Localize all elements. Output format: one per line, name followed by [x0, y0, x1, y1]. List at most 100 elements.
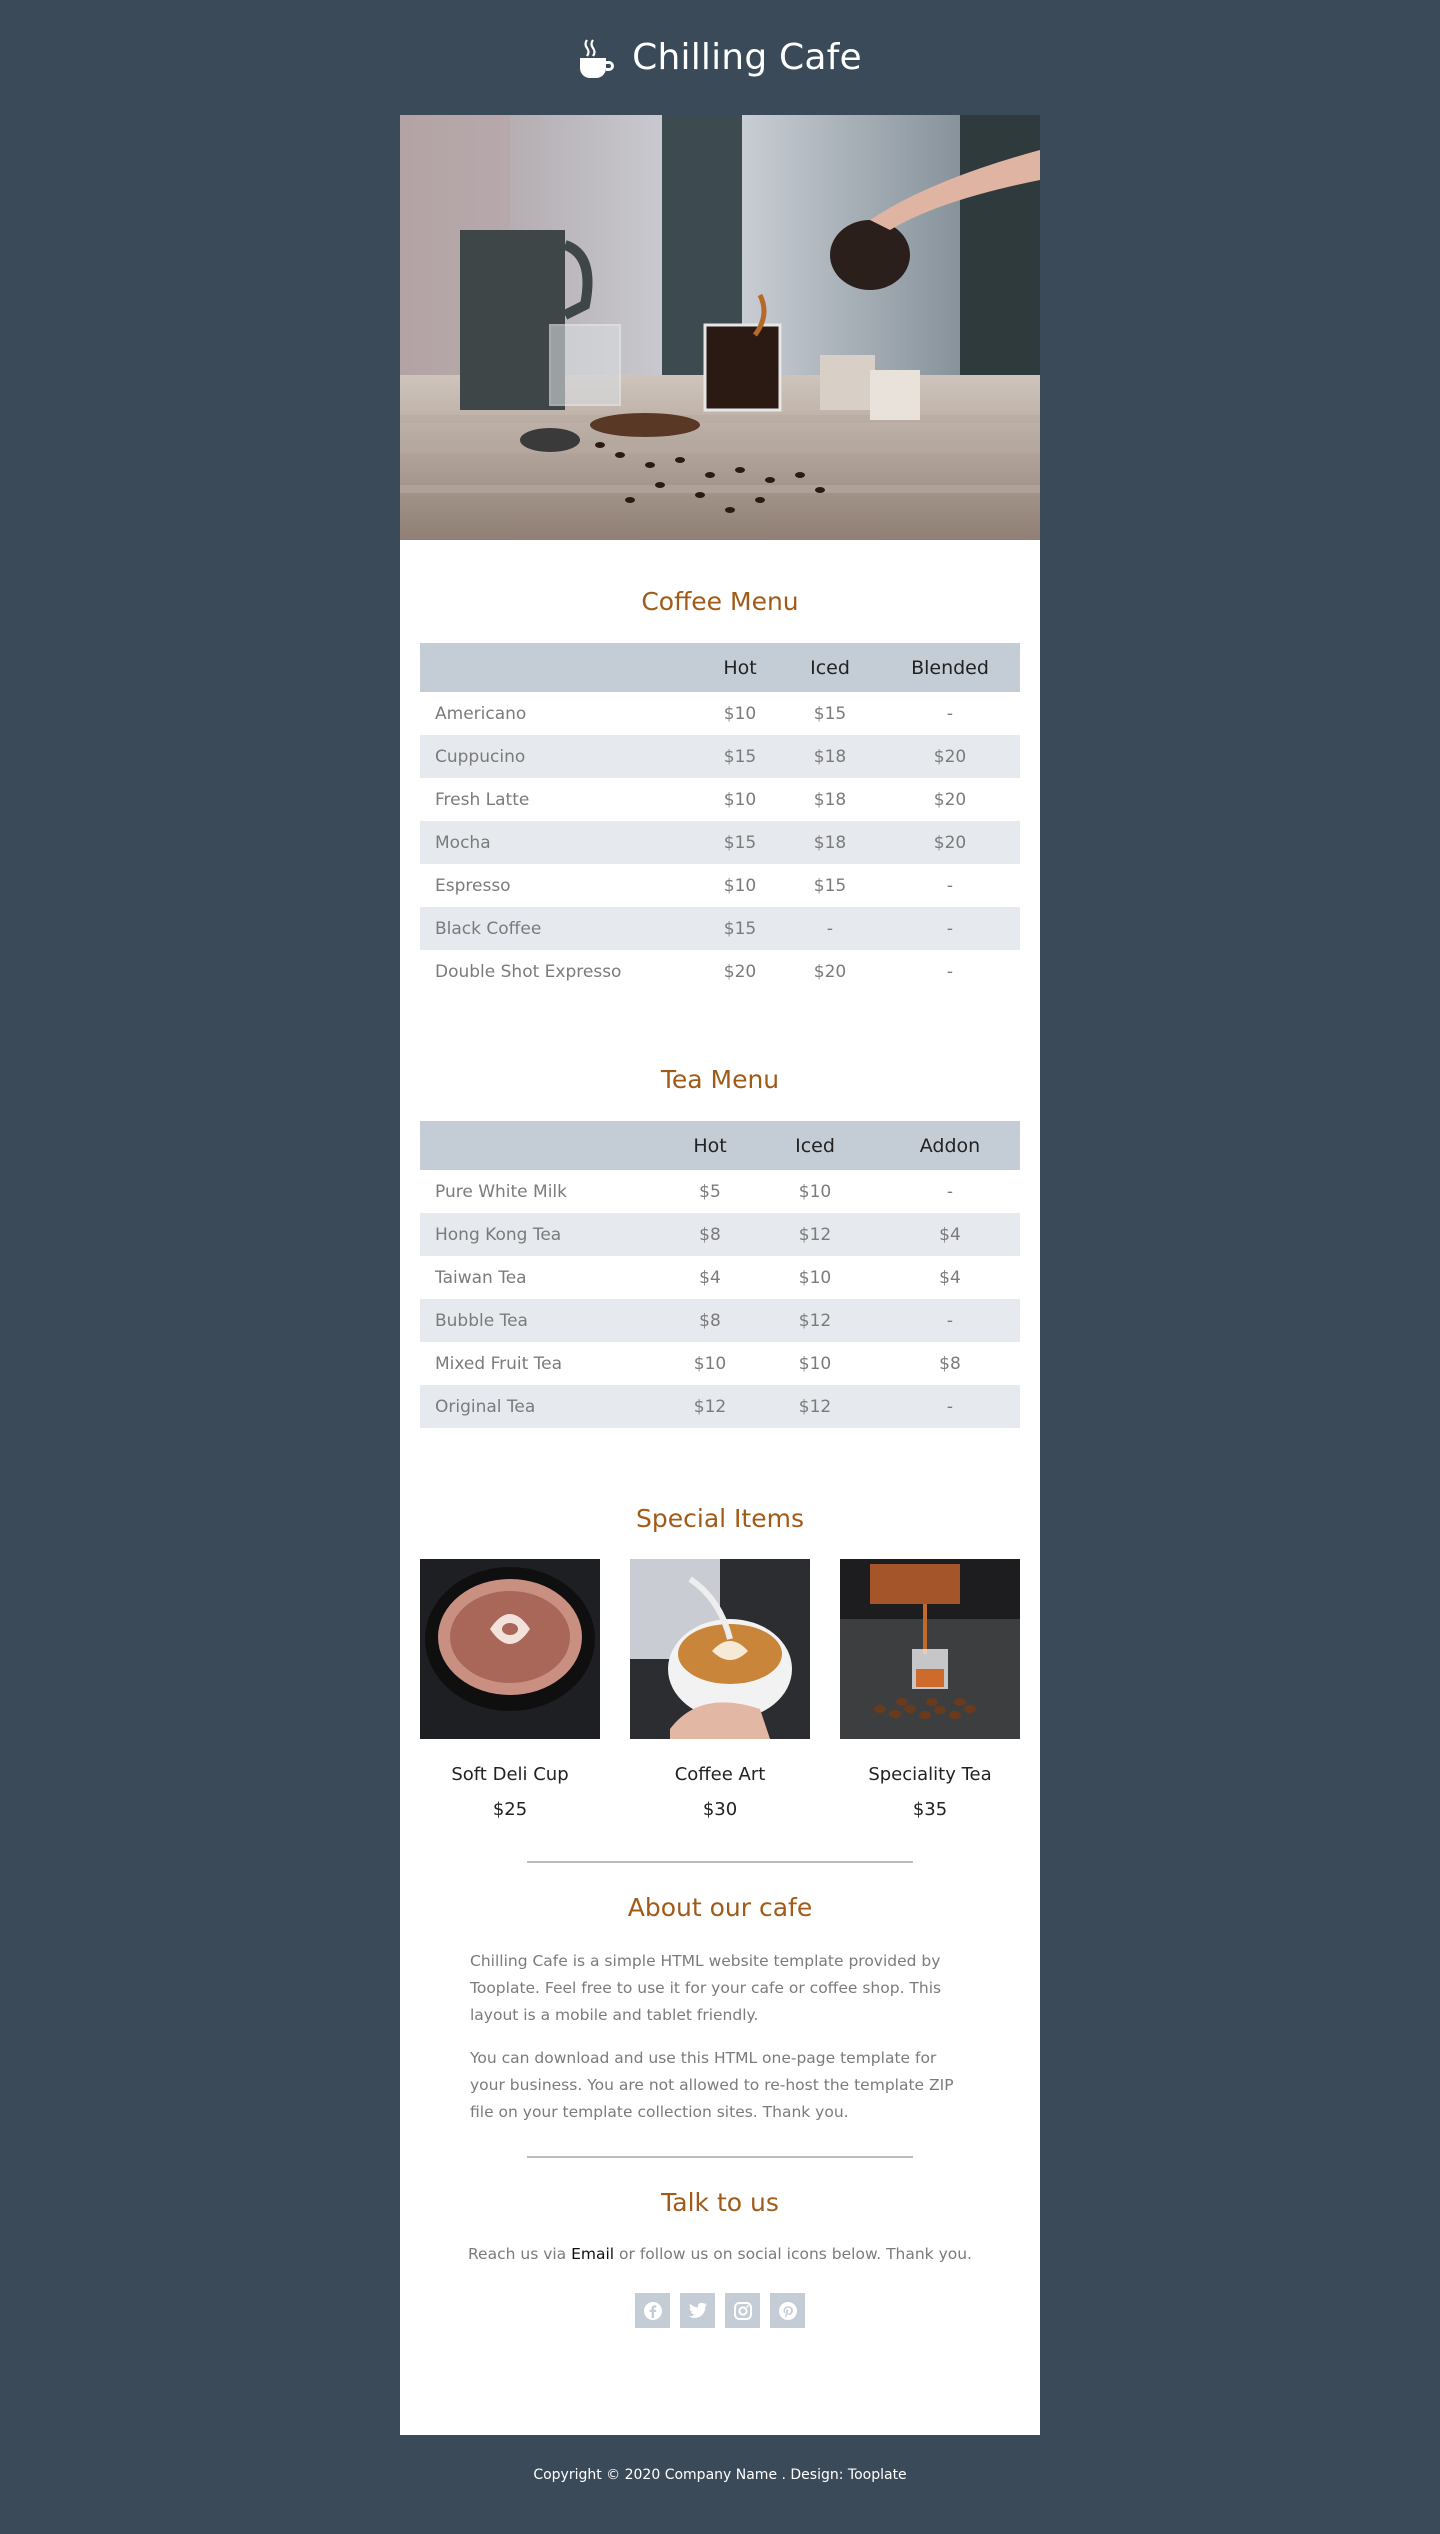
contact-text-suffix: or follow us on social icons below. Than… — [614, 2245, 972, 2263]
price-cell: $18 — [813, 789, 847, 810]
table-header-cell: Addon — [880, 1121, 1020, 1170]
copyright-text: Copyright © 2020 Company Name . Design: … — [533, 2467, 907, 2483]
price-cell: $10 — [723, 875, 757, 896]
special-item-card: Coffee Art $30 — [630, 1559, 810, 1820]
price-cell: $18 — [780, 821, 880, 864]
price-cell: $4 — [939, 1267, 961, 1288]
price-cell: - — [880, 1299, 1020, 1342]
table-row: Mocha $15 $18 $20 — [420, 821, 1020, 864]
site-title: Chilling Cafe — [632, 37, 862, 78]
twitter-icon[interactable] — [680, 2293, 715, 2328]
price-cell: - — [880, 1385, 1020, 1428]
price-cell: $8 — [670, 1213, 750, 1256]
tea-menu-section: Tea Menu Hot Iced Addon Pure White Milk … — [400, 993, 1040, 1428]
table-row: Black Coffee $15 - - — [420, 907, 1020, 950]
item-name: Pure White Milk — [435, 1181, 567, 1202]
about-paragraph: Chilling Cafe is a simple HTML website t… — [470, 1952, 942, 2024]
price-cell: $8 — [939, 1353, 961, 1374]
table-header-cell: Iced — [780, 643, 880, 692]
email-link[interactable]: Email — [571, 2245, 614, 2263]
site-footer: Copyright © 2020 Company Name . Design: … — [0, 2435, 1440, 2483]
price-cell: $15 — [700, 907, 780, 950]
table-header-cell: Blended — [880, 643, 1020, 692]
price-cell: $10 — [723, 789, 757, 810]
price-cell: $18 — [780, 735, 880, 778]
pinterest-icon[interactable] — [770, 2293, 805, 2328]
item-name: Americano — [435, 703, 527, 724]
price-cell: $5 — [699, 1181, 721, 1202]
table-row: Americano $10 $15 - — [420, 692, 1020, 735]
table-row: Bubble Tea $8 $12 - — [420, 1299, 1020, 1342]
coffee-menu-title: Coffee Menu — [641, 587, 799, 616]
contact-section: Talk to us Reach us via Email or follow … — [400, 2158, 1040, 2328]
price-cell: $12 — [670, 1385, 750, 1428]
price-cell: $15 — [700, 821, 780, 864]
table-header-cell — [420, 643, 700, 692]
item-name: Black Coffee — [420, 907, 700, 950]
special-item-card: Soft Deli Cup $25 — [420, 1559, 600, 1820]
item-name: Hong Kong Tea — [420, 1213, 670, 1256]
item-name: Taiwan Tea — [435, 1267, 527, 1288]
price-cell: $12 — [750, 1299, 880, 1342]
about-section: About our cafe Chilling Cafe is a simple… — [400, 1863, 1040, 2126]
special-item-image — [840, 1559, 1020, 1739]
price-cell: $15 — [813, 875, 847, 896]
item-name: Mixed Fruit Tea — [435, 1353, 563, 1374]
price-cell: $8 — [670, 1299, 750, 1342]
contact-text: Reach us via Email or follow us on socia… — [400, 2245, 1040, 2263]
special-item-price: $35 — [912, 1799, 948, 1820]
price-cell: - — [946, 703, 954, 724]
special-item-name: Coffee Art — [674, 1764, 766, 1785]
special-item-price: $30 — [702, 1799, 738, 1820]
facebook-icon[interactable] — [635, 2293, 670, 2328]
price-cell: $12 — [750, 1385, 880, 1428]
item-name: Espresso — [435, 875, 511, 896]
table-header-cell: Hot — [700, 643, 780, 692]
price-cell: - — [880, 907, 1020, 950]
about-paragraph: You can download and use this HTML one-p… — [470, 2049, 954, 2121]
table-header-cell — [420, 1121, 670, 1170]
price-cell: $20 — [880, 821, 1020, 864]
table-row: Original Tea $12 $12 - — [420, 1385, 1020, 1428]
price-cell: $12 — [750, 1213, 880, 1256]
table-header-row: Hot Iced Addon — [420, 1121, 1020, 1170]
price-cell: $10 — [723, 703, 757, 724]
special-item-name: Speciality Tea — [868, 1764, 992, 1785]
table-row: Pure White Milk $5 $10 - — [420, 1170, 1020, 1213]
special-item-image — [420, 1559, 600, 1739]
price-cell: $10 — [798, 1353, 832, 1374]
coffee-menu-table: Hot Iced Blended Americano $10 $15 - Cup… — [420, 643, 1020, 993]
special-items-title: Special Items — [636, 1504, 804, 1533]
special-item-name: Soft Deli Cup — [451, 1764, 569, 1785]
table-row: Taiwan Tea $4 $10 $4 — [420, 1256, 1020, 1299]
price-cell: $10 — [693, 1353, 727, 1374]
item-name: Cuppucino — [420, 735, 700, 778]
price-cell: $20 — [723, 961, 757, 982]
hero-image — [400, 115, 1040, 540]
table-row: Mixed Fruit Tea $10 $10 $8 — [420, 1342, 1020, 1385]
contact-title: Talk to us — [661, 2188, 779, 2217]
table-row: Hong Kong Tea $8 $12 $4 — [420, 1213, 1020, 1256]
price-cell: - — [946, 961, 954, 982]
special-item-price: $25 — [492, 1799, 528, 1820]
social-icons — [400, 2293, 1040, 2328]
special-items-section: Special Items Soft Deli Cup $25 Coffee A… — [400, 1428, 1040, 1820]
item-name: Mocha — [420, 821, 700, 864]
price-cell: $10 — [798, 1267, 832, 1288]
main-panel: Coffee Menu Hot Iced Blended Americano $… — [400, 115, 1040, 2435]
table-row: Fresh Latte $10 $18 $20 — [420, 778, 1020, 821]
price-cell: $20 — [880, 735, 1020, 778]
instagram-icon[interactable] — [725, 2293, 760, 2328]
item-name: Bubble Tea — [420, 1299, 670, 1342]
table-header-cell: Hot — [670, 1121, 750, 1170]
price-cell: $4 — [880, 1213, 1020, 1256]
item-name: Fresh Latte — [435, 789, 530, 810]
price-cell: $15 — [700, 735, 780, 778]
tea-menu-table: Hot Iced Addon Pure White Milk $5 $10 - … — [420, 1121, 1020, 1428]
contact-text-prefix: Reach us via — [467, 2245, 572, 2263]
price-cell: $4 — [699, 1267, 721, 1288]
price-cell: $10 — [798, 1181, 832, 1202]
price-cell: - — [946, 1181, 954, 1202]
coffee-cup-icon — [578, 38, 616, 78]
site-header: Chilling Cafe — [0, 0, 1440, 115]
